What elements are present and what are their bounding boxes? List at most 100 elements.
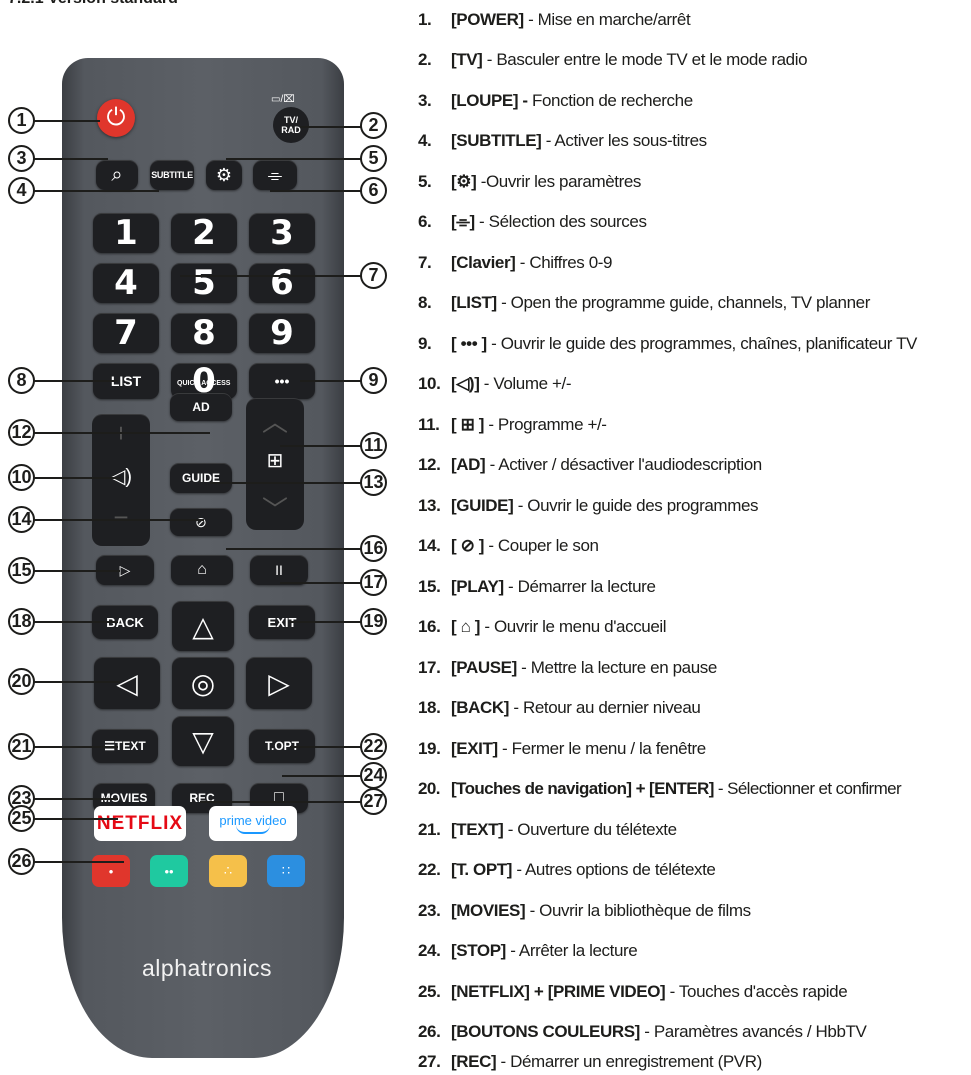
legend-num: 22. <box>418 860 441 879</box>
prime-video-button[interactable]: prime video <box>209 806 297 841</box>
legend-item: 10. [◁)] - Volume +/- <box>418 374 572 394</box>
legend-key: [Clavier] <box>451 253 516 272</box>
legend-desc: - Activer / désactiver l'audiodescriptio… <box>485 455 763 474</box>
callout-18: 18 <box>8 608 35 635</box>
callout-13: 13 <box>360 469 387 496</box>
home-button[interactable]: ⌂ <box>171 555 233 585</box>
yellow-button[interactable]: ∴ <box>209 855 247 887</box>
legend-item: 22. [T. OPT] - Autres options de télétext… <box>418 860 716 880</box>
legend-item: 9. [ ••• ] - Ouvrir le guide des programm… <box>418 334 917 354</box>
red-button[interactable]: • <box>92 855 130 887</box>
arrow-down-icon: ▽ <box>192 725 214 757</box>
digit-3-button[interactable]: 3 <box>249 213 315 253</box>
tv-rad-button[interactable]: TV/ RAD <box>273 107 309 143</box>
nav-right-button[interactable]: ▷ <box>246 657 312 709</box>
legend-num: 17. <box>418 658 441 677</box>
legend-key: [PLAY] <box>451 577 504 596</box>
enter-button[interactable]: ◎ <box>172 657 234 709</box>
settings-button[interactable]: ⚙ <box>206 160 242 190</box>
legend-desc: - Démarrer la lecture <box>503 577 656 596</box>
legend-key: [BACK] <box>451 698 510 717</box>
legend-item: 12. [AD] - Activer / désactiver l'audiode… <box>418 455 762 475</box>
legend-desc: - Autres options de télétexte <box>512 860 716 879</box>
leader-line <box>34 519 204 521</box>
legend-key: [LOUPE] - <box>451 91 528 110</box>
digit-2-button[interactable]: 2 <box>171 213 237 253</box>
subtitle-button[interactable]: SUBTITLE <box>150 160 194 190</box>
program-icon: ⊞ <box>266 450 284 472</box>
legend-item: 21. [TEXT] - Ouverture du télétexte <box>418 820 677 840</box>
legend-desc: - Ouvrir la bibliothèque de films <box>525 901 752 920</box>
callout-10: 10 <box>8 464 35 491</box>
callout-14: 14 <box>8 506 35 533</box>
legend-item: 24. [STOP] - Arrêter la lecture <box>418 941 638 961</box>
legend-desc: - Couper le son <box>484 536 599 555</box>
legend-item: 8. [LIST] - Open the programme guide, cha… <box>418 293 870 313</box>
digit-8-button[interactable]: 8 <box>171 313 237 353</box>
legend-num: 26. <box>418 1022 441 1041</box>
legend-key: [TEXT] <box>451 820 504 839</box>
callout-25: 25 <box>8 805 35 832</box>
callout-5: 5 <box>360 145 387 172</box>
callout-19: 19 <box>360 608 387 635</box>
search-icon: ⌕ <box>111 163 123 186</box>
program-rocker[interactable]: ︿ ⊞ ﹀ <box>246 398 304 530</box>
pause-button[interactable]: II <box>250 555 308 585</box>
legend-num: 9. <box>418 334 432 353</box>
callout-17: 17 <box>360 569 387 596</box>
green-button[interactable]: •• <box>150 855 188 887</box>
legend-item: 2. [TV] - Basculer entre le mode TV et le… <box>418 50 808 70</box>
legend-item: 3. [LOUPE] - Fonction de recherche <box>418 91 693 111</box>
stop-icon: □ <box>274 789 284 806</box>
ad-button[interactable]: AD <box>170 393 232 421</box>
legend-item: 15. [PLAY] - Démarrer la lecture <box>418 577 656 597</box>
legend-desc: - Mettre la lecture en pause <box>516 658 717 677</box>
legend-desc: - Paramètres avancés / HbbTV <box>639 1022 867 1041</box>
legend-desc: -Ouvrir les paramètres <box>476 172 642 191</box>
legend-key: [⌯] <box>451 212 475 231</box>
callout-2: 2 <box>360 112 387 139</box>
legend-key: [⚙] <box>451 172 477 191</box>
nav-left-button[interactable]: ◁ <box>94 657 160 709</box>
program-up-icon: ︿ <box>261 407 288 437</box>
legend-item: 4. [SUBTITLE] - Activer les sous-titres <box>418 131 707 151</box>
digit-5-button[interactable]: 5 <box>171 263 237 303</box>
legend-key: [ ⊘ ] <box>451 536 485 555</box>
digit-6-button[interactable]: 6 <box>249 263 315 303</box>
nav-down-button[interactable]: ▽ <box>172 716 234 766</box>
digit-7-button[interactable]: 7 <box>93 313 159 353</box>
legend-num: 27. <box>418 1052 441 1071</box>
legend-desc: - Volume +/- <box>479 374 572 393</box>
leader-line <box>34 681 120 683</box>
home-icon: ⌂ <box>197 561 207 578</box>
leader-line <box>34 120 100 122</box>
power-button[interactable]: ⏻ <box>97 99 135 137</box>
mute-button[interactable]: ⊘ <box>170 508 232 536</box>
legend-item: 16. [ ⌂ ] - Ouvrir le menu d'accueil <box>418 617 667 637</box>
leader-line <box>180 275 362 277</box>
legend-num: 24. <box>418 941 441 960</box>
blue-button[interactable]: ∷ <box>267 855 305 887</box>
legend-item: 6. [⌯] - Sélection des sources <box>418 212 647 232</box>
legend-key: [Touches de navigation] + [ENTER] <box>451 779 714 798</box>
legend-num: 20. <box>418 779 440 798</box>
legend-desc: - Démarrer un enregistrement (PVR) <box>496 1052 763 1071</box>
leader-line <box>34 621 118 623</box>
legend-num: 4. <box>418 131 432 150</box>
legend-num: 19. <box>418 739 441 758</box>
legend-num: 18. <box>418 698 441 717</box>
legend-num: 7. <box>418 253 432 272</box>
guide-button[interactable]: GUIDE <box>170 463 232 493</box>
search-button[interactable]: ⌕ <box>96 160 138 190</box>
leader-line <box>210 482 362 484</box>
netflix-button[interactable]: NETFLIX <box>94 806 186 841</box>
leader-line <box>280 582 362 584</box>
legend-item: 11. [ ⊞ ] - Programme +/- <box>418 415 607 435</box>
leader-line <box>34 818 118 820</box>
tv-rad-icon: ▭/⌧ <box>271 94 295 105</box>
source-button[interactable]: ⌯ <box>253 160 297 190</box>
digit-9-button[interactable]: 9 <box>249 313 315 353</box>
digit-1-button[interactable]: 1 <box>93 213 159 253</box>
nav-up-button[interactable]: △ <box>172 601 234 651</box>
digit-4-button[interactable]: 4 <box>93 263 159 303</box>
